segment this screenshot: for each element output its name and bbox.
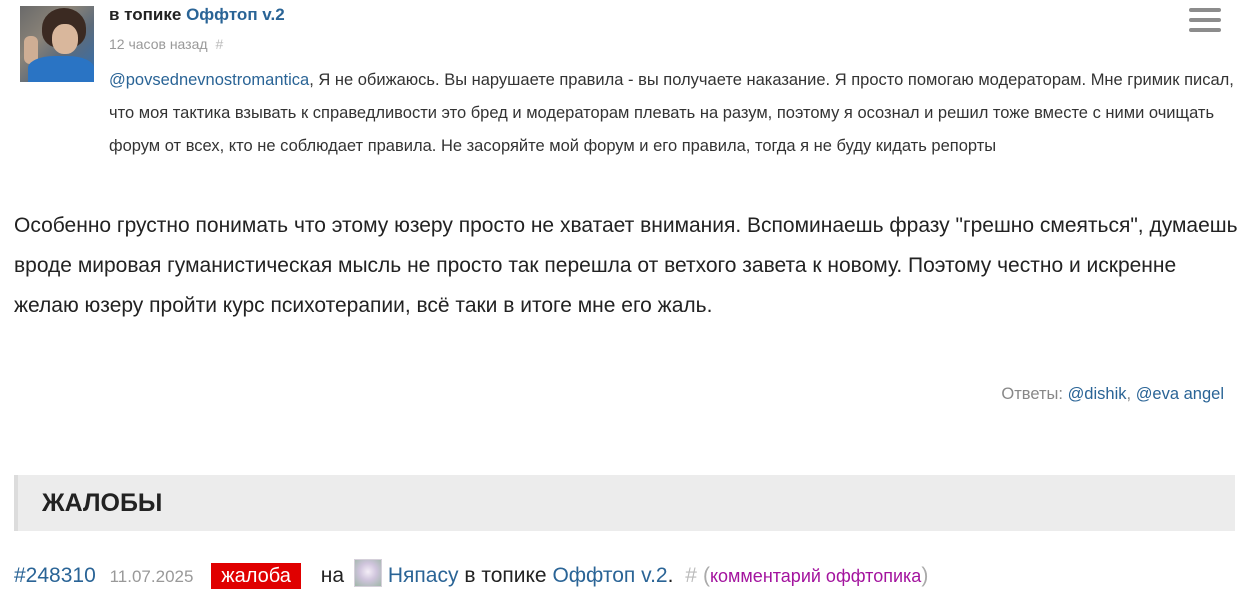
quote-header: в топике Оффтоп v.2 (109, 5, 285, 25)
complaint-note: комментарий оффтопика (709, 566, 922, 586)
avatar-shirt (28, 56, 94, 82)
complaint-row: #248310 11.07.2025 жалоба на Няпасу в то… (14, 559, 928, 589)
complaint-permalink[interactable]: # (685, 564, 697, 587)
quote-topic-link[interactable]: Оффтоп v.2 (186, 5, 285, 24)
complaint-topic-link[interactable]: Оффтоп v.2 (552, 564, 667, 587)
replies-label: Ответы: (1001, 385, 1063, 403)
quote-author-avatar[interactable] (20, 6, 94, 82)
quoted-comment-text: @povsednevnostromantica, Я не обижаюсь. … (109, 64, 1234, 163)
quote-in-topic-label: в топике (109, 5, 182, 24)
menu-bar (1189, 8, 1221, 12)
complaint-in-topic-label: в топике (464, 564, 547, 587)
complaints-section-header: ЖАЛОБЫ (14, 475, 1235, 531)
replies-line: Ответы: @dishik, @eva angel (1001, 385, 1224, 404)
note-paren-open: ( (702, 564, 710, 587)
menu-bar (1189, 18, 1221, 22)
reply-user-link[interactable]: @dishik (1068, 385, 1127, 403)
complaint-dot: . (667, 564, 674, 587)
complaint-badge: жалоба (211, 563, 301, 589)
avatar-face (52, 24, 78, 54)
quote-time-text: 12 часов назад (109, 36, 208, 52)
reply-user-link[interactable]: @eva angel (1136, 385, 1224, 403)
complaint-user-avatar[interactable] (353, 559, 382, 587)
replies-separator: , (1126, 385, 1132, 403)
quote-mention-link[interactable]: @povsednevnostromantica (109, 71, 309, 89)
complaint-user-link[interactable]: Няпасу (388, 564, 459, 587)
complaint-on-label: на (320, 564, 345, 587)
post-body: Особенно грустно понимать что этому юзер… (14, 214, 1238, 317)
quote-permalink[interactable]: # (215, 36, 223, 52)
complaint-date: 11.07.2025 (109, 567, 194, 586)
note-paren-close: ) (921, 564, 929, 587)
quote-timestamp: 12 часов назад # (109, 36, 223, 52)
section-title: ЖАЛОБЫ (42, 489, 163, 517)
menu-bar (1189, 28, 1221, 32)
hamburger-menu-icon[interactable] (1189, 8, 1221, 34)
complaint-id-link[interactable]: #248310 (14, 564, 96, 587)
